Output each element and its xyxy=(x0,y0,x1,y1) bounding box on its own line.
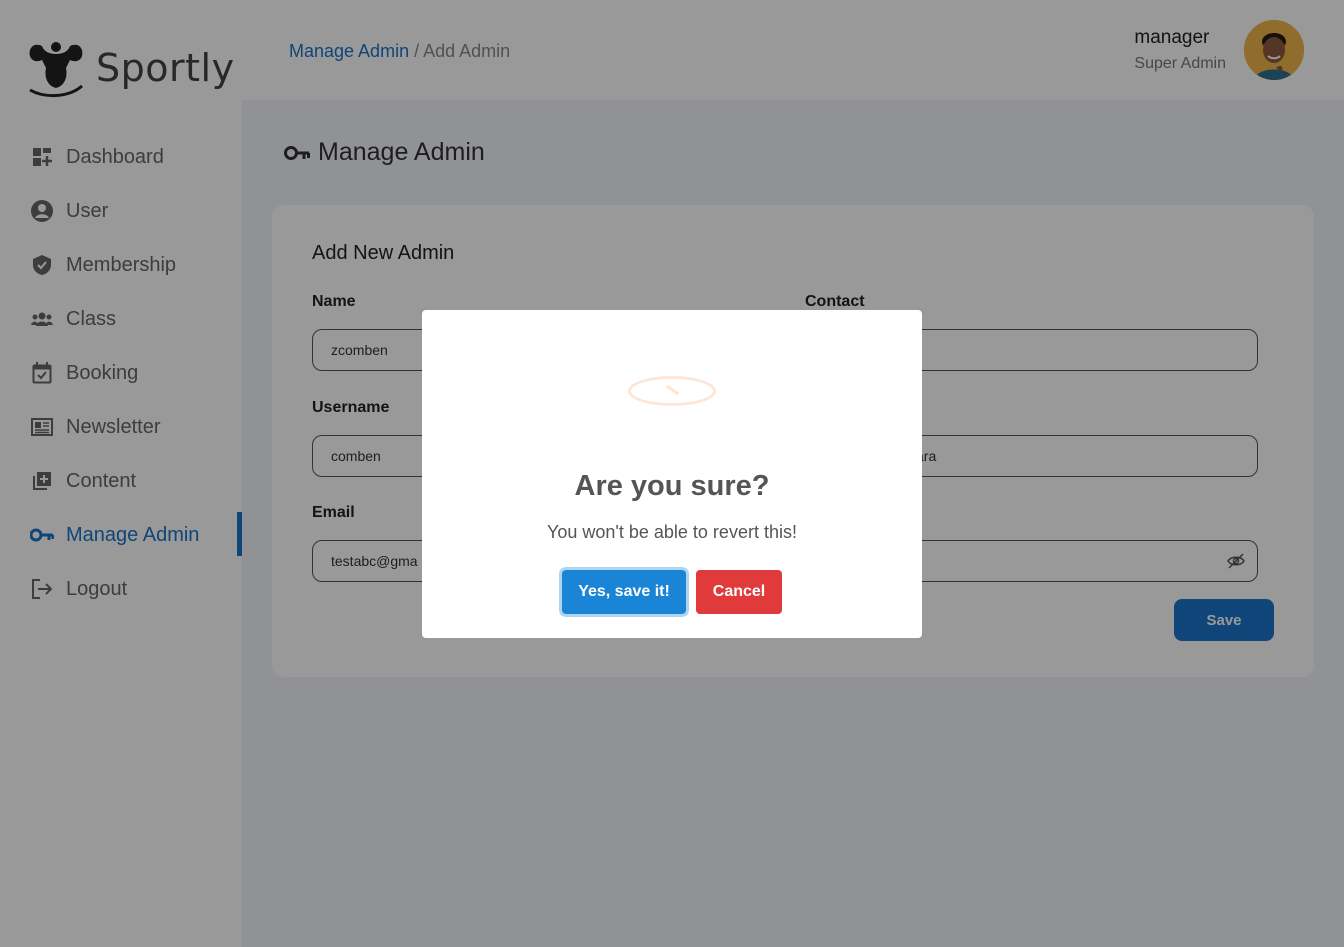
confirm-dialog: Are you sure? You won't be able to rever… xyxy=(422,310,922,638)
warning-icon xyxy=(628,376,716,406)
dialog-message: You won't be able to revert this! xyxy=(547,522,797,542)
dialog-title: Are you sure? xyxy=(574,470,770,502)
confirm-save-button[interactable]: Yes, save it! xyxy=(562,570,686,614)
cancel-button[interactable]: Cancel xyxy=(696,570,782,614)
